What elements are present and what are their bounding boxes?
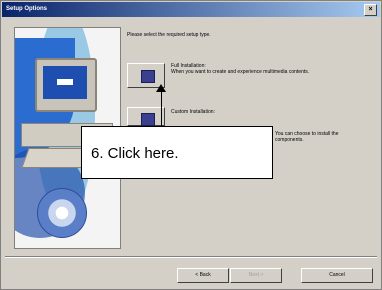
install-icon: [141, 70, 155, 83]
window-logo: [57, 79, 73, 85]
custom-installation-title: Custom Installation:: [171, 109, 215, 115]
custom-installation-button[interactable]: [127, 107, 165, 126]
callout-text: 6. Click here.: [91, 145, 179, 162]
title-bar: Setup Options ×: [2, 2, 380, 17]
cancel-button[interactable]: Cancel: [301, 268, 373, 283]
full-installation-text: Full Installation: When you want to crea…: [171, 63, 321, 75]
next-button[interactable]: Next >: [230, 268, 282, 283]
window-title: Setup Options: [6, 6, 47, 12]
custom-installation-description-line2: components.: [275, 137, 304, 143]
install-icon: [141, 113, 155, 126]
cd-disc-icon: [37, 188, 87, 238]
callout-arrow-head: [156, 84, 166, 92]
monitor-screen: [43, 66, 87, 99]
computer-monitor-icon: [35, 58, 97, 112]
setup-prompt: Please select the required setup type.: [127, 32, 211, 38]
setup-options-dialog: Setup Options × Please select the requir…: [0, 0, 382, 290]
full-installation-description: When you want to create and experience m…: [171, 69, 310, 75]
instruction-callout: 6. Click here.: [81, 126, 273, 179]
custom-installation-description: You can choose to install the components…: [275, 131, 375, 143]
footer-divider: [5, 256, 377, 258]
close-button[interactable]: ×: [364, 4, 377, 16]
callout-arrow-line: [161, 86, 162, 126]
back-button[interactable]: < Back: [177, 268, 229, 283]
